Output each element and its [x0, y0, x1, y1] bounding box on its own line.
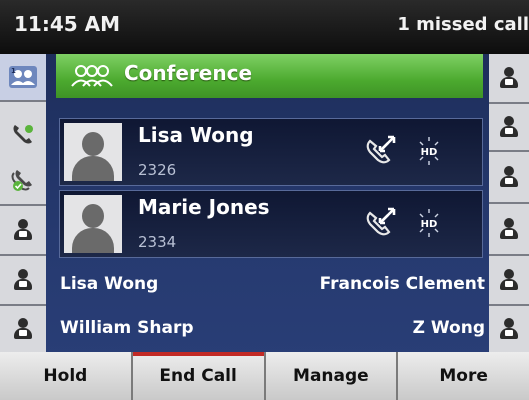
line-key-call-1[interactable] — [0, 114, 46, 154]
favorite-contact-left[interactable]: Lisa Wong — [60, 274, 158, 294]
right-line-keys — [489, 54, 529, 352]
line-key-conference[interactable]: 1 — [0, 54, 46, 102]
right-key-6[interactable] — [489, 306, 529, 352]
call-icons: HD — [364, 135, 442, 171]
participant-number: 2326 — [138, 161, 177, 179]
line-key-contact-1[interactable] — [0, 206, 46, 256]
right-key-4[interactable] — [489, 204, 529, 256]
right-key-1[interactable] — [489, 54, 529, 104]
svg-text:HD: HD — [421, 219, 438, 230]
contact-icon — [498, 218, 520, 240]
phone-screen: 11:45 AM 1 missed call 1 Conference Lisa… — [0, 0, 529, 400]
line-key-contact-2[interactable] — [0, 256, 46, 306]
call-transfer-icon — [364, 135, 398, 171]
favorites-row-2: William Sharp Z Wong — [46, 308, 489, 352]
conference-icon — [70, 64, 114, 92]
missed-calls-indicator[interactable]: 1 missed call — [397, 14, 529, 35]
favorite-contact-right[interactable]: Francois Clement — [320, 274, 485, 294]
svg-text:HD: HD — [421, 147, 438, 158]
contact-icon — [498, 318, 520, 340]
manage-button[interactable]: Manage — [266, 352, 399, 400]
hd-audio-icon: HD — [416, 136, 442, 170]
call-participant-1[interactable]: Lisa Wong 2326 HD — [59, 118, 483, 186]
left-line-keys: 1 — [0, 54, 46, 352]
favorite-contact-left[interactable]: William Sharp — [60, 318, 194, 338]
line-key-contact-3[interactable] — [0, 306, 46, 352]
contact-icon — [498, 116, 520, 138]
favorites-row-1: Lisa Wong Francois Clement — [46, 264, 489, 308]
hold-button[interactable]: Hold — [0, 352, 133, 400]
conference-header[interactable]: Conference — [56, 54, 483, 98]
right-key-5[interactable] — [489, 256, 529, 306]
avatar — [64, 123, 122, 181]
status-bar: 11:45 AM 1 missed call — [0, 0, 529, 54]
contact-icon — [498, 269, 520, 291]
end-call-button[interactable]: End Call — [132, 352, 266, 400]
right-key-3[interactable] — [489, 152, 529, 204]
contact-icon — [12, 219, 34, 241]
contact-icon — [498, 166, 520, 188]
phone-handset-icon — [8, 119, 38, 149]
participant-name: Lisa Wong — [138, 123, 254, 147]
conference-title: Conference — [124, 61, 253, 85]
right-key-2[interactable] — [489, 104, 529, 152]
call-icons: HD — [364, 207, 442, 243]
phone-handset-icon — [8, 164, 38, 194]
favorite-contact-right[interactable]: Z Wong — [413, 318, 485, 338]
participant-name: Marie Jones — [138, 195, 270, 219]
call-participant-2[interactable]: Marie Jones 2334 HD — [59, 190, 483, 258]
more-button[interactable]: More — [398, 352, 529, 400]
soft-key-bar: Hold End Call Manage More — [0, 352, 529, 400]
line-key-call-2[interactable] — [0, 154, 46, 206]
contact-icon — [498, 67, 520, 89]
clock-time: 11:45 AM — [14, 12, 121, 36]
hd-audio-icon: HD — [416, 208, 442, 242]
contact-icon — [12, 269, 34, 291]
call-transfer-icon — [364, 207, 398, 243]
contact-icon — [12, 318, 34, 340]
svg-text:1: 1 — [11, 67, 16, 75]
participant-number: 2334 — [138, 233, 177, 251]
avatar — [64, 195, 122, 253]
conference-line-icon: 1 — [8, 62, 38, 92]
